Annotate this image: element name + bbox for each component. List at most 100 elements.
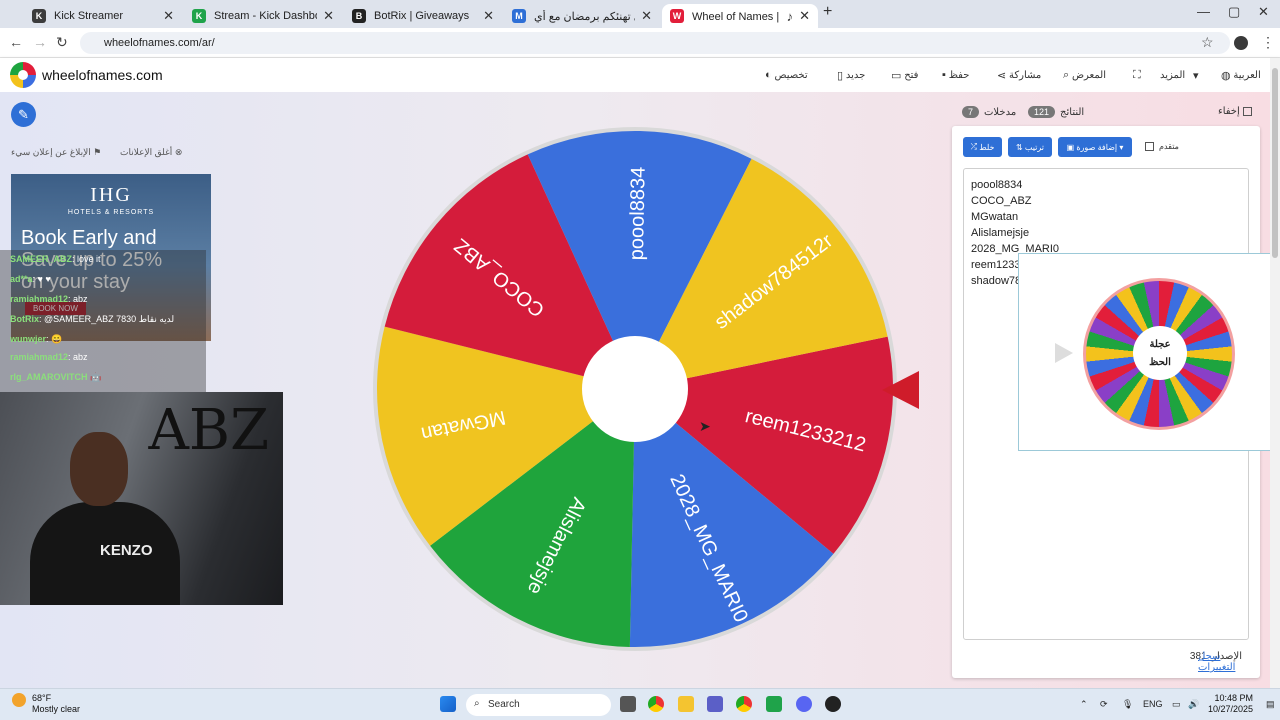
entry-line: Alislamejsje	[971, 227, 1030, 239]
edit-pencil-icon[interactable]: ✎	[11, 102, 36, 127]
weather-widget[interactable]: 68°F Mostly clear	[12, 693, 80, 715]
profile-avatar[interactable]	[1234, 36, 1248, 50]
close-tab-icon[interactable]: ✕	[163, 8, 174, 24]
forward-icon[interactable]: →	[33, 34, 47, 50]
search-label: Search	[488, 699, 520, 710]
gallery-label: المعرض	[1071, 70, 1106, 81]
close-tab-icon[interactable]: ✕	[483, 8, 494, 24]
task-view-icon[interactable]	[620, 696, 636, 712]
gallery-button[interactable]: ⌕ المعرض	[1058, 69, 1106, 82]
wheel-pointer-icon	[882, 371, 919, 409]
clock-time: 10:48 PM	[1214, 693, 1254, 703]
stream-chat-overlay: SAMEER_ABZ: love it ad**a: ♥ ♥ ramiahmad…	[0, 250, 206, 392]
discord-icon[interactable]	[796, 696, 812, 712]
wheel-hub[interactable]	[582, 336, 688, 442]
back-icon[interactable]: ←	[9, 34, 23, 50]
streamer-head	[70, 432, 128, 506]
tab-results[interactable]: 121 النتائج	[1028, 106, 1084, 118]
save-button[interactable]: ▪ حفظ	[937, 69, 969, 81]
language-indicator[interactable]: ENG	[1143, 699, 1163, 709]
media-player-icon[interactable]	[825, 696, 841, 712]
close-tab-icon[interactable]: ✕	[323, 8, 334, 24]
browser-tab[interactable]: K Kick Streamer ✕	[24, 4, 182, 28]
page-scrollbar[interactable]	[1270, 58, 1280, 688]
pip-video-overlay[interactable]: عجلة الحظ	[1018, 253, 1280, 451]
close-window-button[interactable]: ✕	[1258, 4, 1269, 20]
report-ad-link[interactable]: الإبلاغ عن إعلان سيء ⚑	[11, 147, 101, 158]
kick-app-icon[interactable]	[766, 696, 782, 712]
browser-menu-icon[interactable]: ⋮	[1261, 34, 1275, 51]
customize-button[interactable]: ◐ تخصيص	[760, 69, 808, 81]
tab-favicon-icon: W	[670, 9, 684, 23]
streamer-figure: KENZO	[30, 432, 180, 605]
close-tab-icon[interactable]: ✕	[641, 8, 652, 24]
language-label: العربية	[1233, 70, 1261, 81]
share-label: مشاركة	[1009, 70, 1042, 81]
weather-temp: 68°F	[32, 693, 52, 703]
volume-icon[interactable]: 🔊	[1188, 699, 1199, 710]
browser-tab[interactable]: B BotRix | Giveaways ✕	[344, 4, 502, 28]
tab-entries[interactable]: 7 مدخلات	[962, 106, 1016, 118]
site-logo-icon[interactable]	[10, 62, 36, 88]
chat-text: 🤖	[90, 372, 102, 382]
taskbar-search[interactable]: ⌕ Search	[466, 694, 611, 716]
wheel-of-names[interactable]: reem12332122028_MG_MARI0AlislamejsjeMGwa…	[372, 126, 898, 652]
reload-icon[interactable]: ↻	[56, 34, 68, 51]
bookmark-star-icon[interactable]: ☆	[1201, 34, 1214, 51]
language-menu[interactable]: ◍ العربية	[1216, 69, 1261, 82]
palette-icon: ◐	[765, 69, 772, 81]
more-menu[interactable]: المزيد ▾	[1160, 69, 1198, 82]
url-text: wheelofnames.com/ar/	[104, 37, 215, 49]
add-image-label: إضافة صورة	[1076, 142, 1118, 152]
new-tab-button[interactable]: +	[823, 3, 832, 21]
microphone-icon[interactable]: 🎙	[1122, 699, 1133, 710]
entry-line: poool8834	[971, 179, 1023, 191]
tray-chevron-icon[interactable]: ⌃	[1080, 699, 1088, 710]
chat-message: BotRix: @SAMEER_ABZ 7830 لديه نقاط	[10, 314, 175, 324]
speaker-icon[interactable]: ♪	[787, 9, 794, 24]
browser-tab-active[interactable]: W Wheel of Names | العشوائي ♪ ✕	[662, 4, 818, 28]
folder-icon: ▭	[891, 70, 902, 82]
browser-tab[interactable]: M ميداس باي تهنئكم برمضان مع أي ✕	[504, 4, 660, 28]
url-input[interactable]: wheelofnames.com/ar/	[80, 32, 1230, 54]
browser-tab[interactable]: K Stream - Kick Dashboard ✕	[184, 4, 342, 28]
chat-text: @SAMEER_ABZ 7830 لديه نقاط	[44, 314, 175, 324]
chat-user: SAMEER_ABZ	[10, 254, 73, 264]
fullscreen-button[interactable]: ⛶	[1128, 69, 1141, 82]
notification-icon[interactable]: ▤	[1266, 699, 1275, 710]
chat-message: rlg_AMAROVITCH 🤖	[10, 372, 101, 383]
sort-button[interactable]: ⇅ ترتيب	[1008, 137, 1052, 157]
taskbar-clock[interactable]: 10:48 PM 10/27/2025	[1208, 693, 1253, 715]
hide-checkbox[interactable]: إخفاء	[1218, 106, 1252, 117]
open-button[interactable]: ▭ فتح	[886, 69, 918, 82]
entries-count-badge: 7	[962, 106, 980, 118]
minimize-button[interactable]: —	[1197, 4, 1210, 19]
chrome-icon[interactable]	[648, 696, 664, 712]
site-name[interactable]: wheelofnames.com	[42, 67, 163, 83]
teams-icon[interactable]	[707, 696, 723, 712]
file-explorer-icon[interactable]	[678, 696, 694, 712]
chat-text: 😀	[51, 334, 63, 344]
changelog-link[interactable]: سجل التغييرات	[1198, 651, 1260, 673]
add-image-button[interactable]: ▣ إضافة صورة ▾	[1058, 137, 1132, 157]
sort-label: ترتيب	[1024, 142, 1045, 152]
share-button[interactable]: ⋖ مشاركة	[992, 69, 1041, 82]
network-icon[interactable]: ▭	[1172, 699, 1181, 710]
entry-line: COCO_ABZ	[971, 195, 1032, 207]
close-ads-link[interactable]: أغلق الإعلانات ⊗	[120, 147, 182, 158]
maximize-button[interactable]: ▢	[1228, 4, 1240, 20]
chat-user: ad**a	[10, 274, 33, 284]
scrollbar-thumb[interactable]	[1272, 68, 1278, 258]
new-button[interactable]: ▯ جديد	[832, 69, 865, 82]
webcam-overlay: ABZ KENZO	[0, 392, 283, 605]
shuffle-button[interactable]: ⤮ خلط	[963, 137, 1002, 157]
chat-message: ramiahmad12: abz	[10, 294, 88, 304]
sync-icon[interactable]: ⟳	[1100, 699, 1108, 710]
shuffle-icon: ⤮	[970, 142, 977, 151]
more-label: المزيد	[1160, 70, 1186, 81]
close-tab-icon[interactable]: ✕	[799, 8, 810, 24]
report-ad-label: الإبلاغ عن إعلان سيء	[11, 147, 91, 157]
windows-start-icon[interactable]	[440, 696, 456, 712]
advanced-checkbox[interactable]: متقدم	[1145, 142, 1179, 151]
chrome-active-icon[interactable]	[736, 696, 752, 712]
